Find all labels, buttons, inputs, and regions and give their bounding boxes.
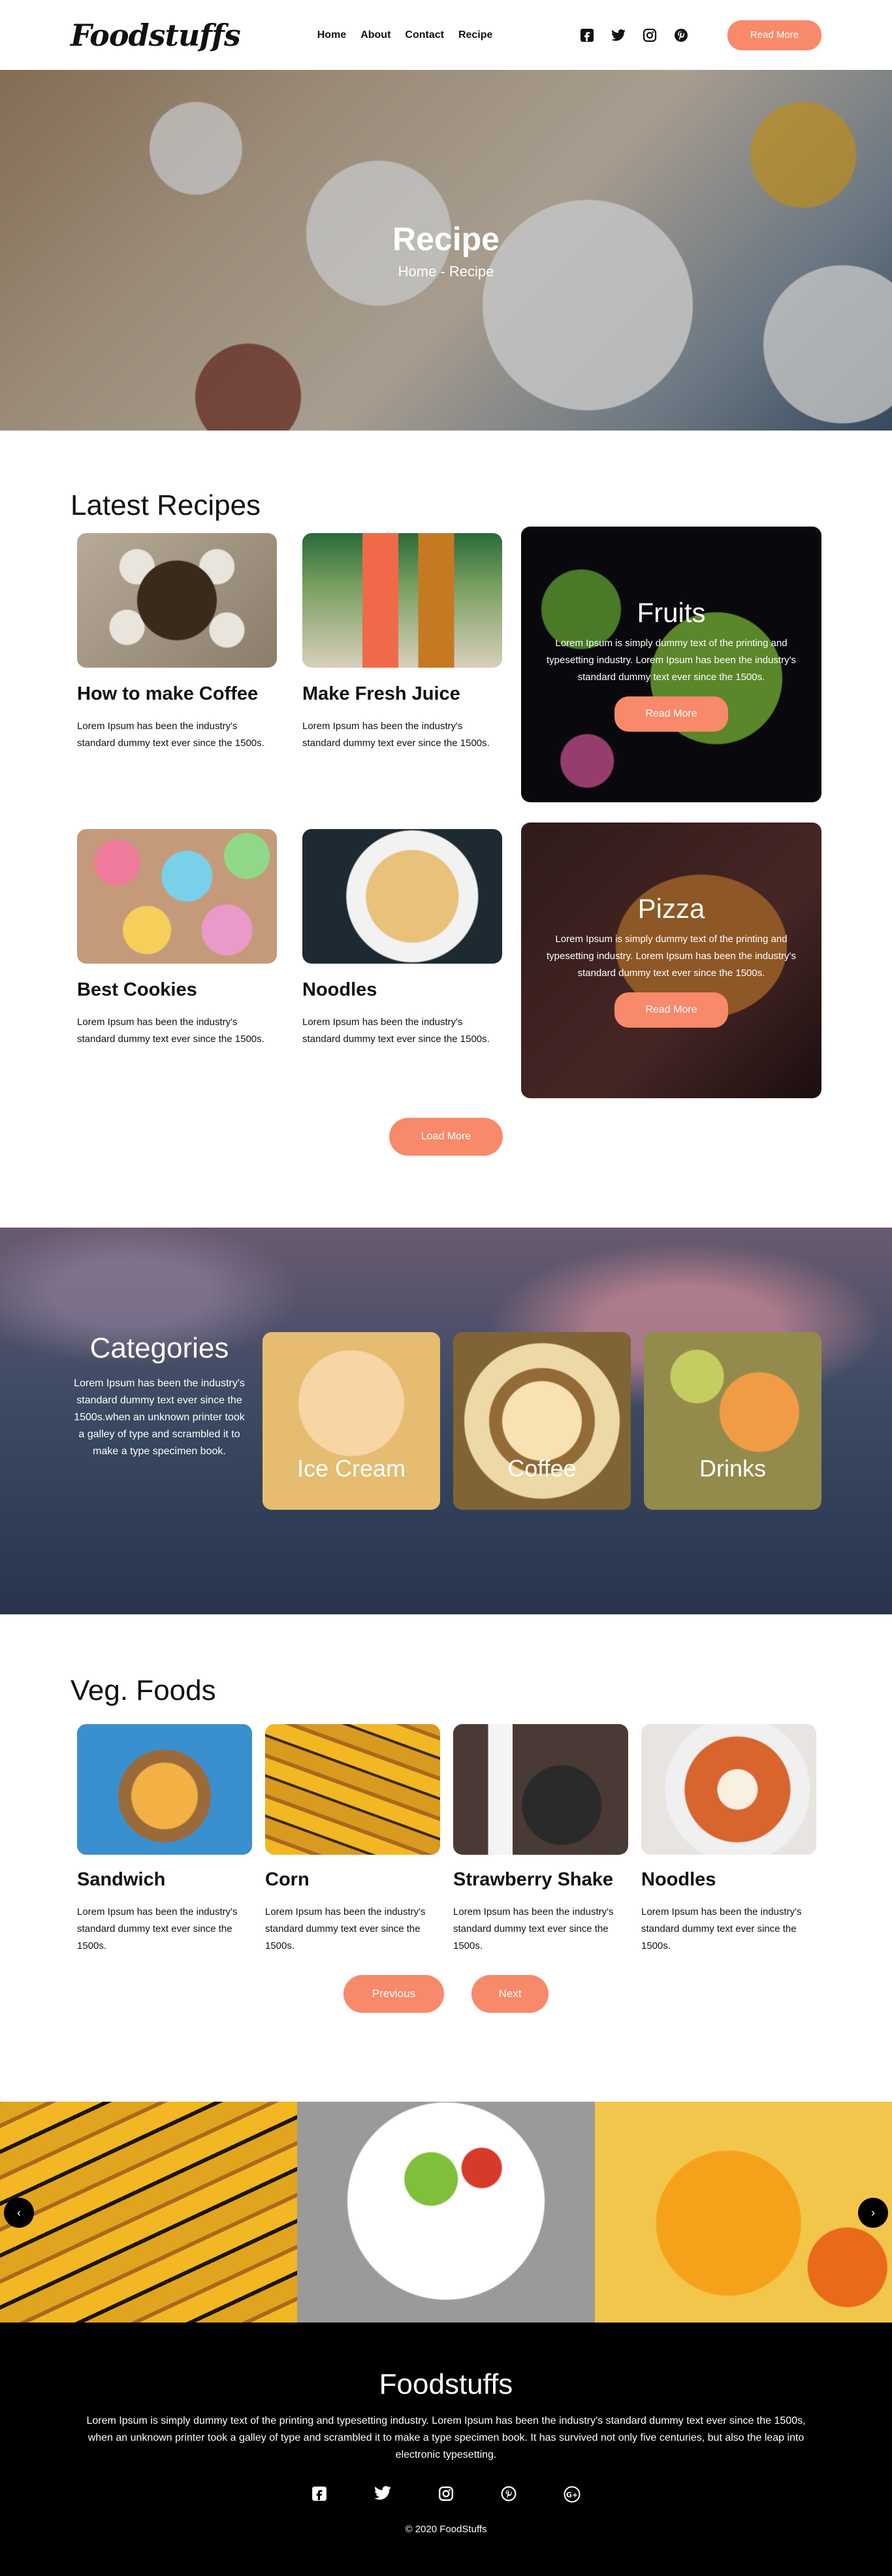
header-socials bbox=[579, 27, 690, 44]
instagram-icon[interactable] bbox=[641, 27, 658, 44]
veg-card-sandwich[interactable]: Sandwich Lorem Ipsum has been the indust… bbox=[77, 1724, 252, 1955]
card-text: Lorem Ipsum has been the industry's stan… bbox=[265, 1906, 426, 1951]
card-title: Corn bbox=[265, 1869, 310, 1890]
category-label: Ice Cream bbox=[296, 1455, 406, 1482]
categories-section: Categories Lorem Ipsum has been the indu… bbox=[0, 1228, 892, 1614]
card-text: Lorem Ipsum has been the industry's stan… bbox=[641, 1906, 802, 1951]
nav-about[interactable]: About bbox=[360, 29, 390, 41]
facebook-icon[interactable] bbox=[579, 27, 596, 44]
category-coffee[interactable]: Coffee bbox=[453, 1332, 631, 1510]
pizza-read-more-button[interactable]: Read More bbox=[614, 992, 728, 1028]
gallery-image-juice bbox=[594, 2102, 892, 2323]
sandwich-image bbox=[77, 1724, 252, 1855]
pinterest-icon[interactable] bbox=[673, 27, 690, 44]
feature-content: Fruits Lorem Ipsum is simply dummy text … bbox=[521, 527, 821, 802]
juice-image bbox=[302, 533, 502, 668]
hero-banner: Recipe Home - Recipe bbox=[0, 70, 892, 431]
instagram-icon[interactable] bbox=[438, 2486, 454, 2507]
card-text: Lorem Ipsum has been the industry's stan… bbox=[453, 1906, 614, 1951]
card-title: Noodles bbox=[302, 979, 377, 1000]
veg-card-corn[interactable]: Corn Lorem Ipsum has been the industry's… bbox=[265, 1724, 440, 1955]
card-text: Lorem Ipsum has been the industry's stan… bbox=[302, 721, 490, 749]
nav-contact[interactable]: Contact bbox=[405, 29, 444, 41]
gallery-image-corn bbox=[0, 2102, 298, 2323]
breadcrumb[interactable]: Home - Recipe bbox=[0, 263, 892, 280]
footer-title: Foodstuffs bbox=[379, 2368, 513, 2400]
card-text: Lorem Ipsum has been the industry's stan… bbox=[77, 1017, 264, 1045]
site-header: Foodstuffs Home About Contact Recipe Rea… bbox=[0, 0, 892, 70]
nav-home[interactable]: Home bbox=[317, 29, 346, 41]
categories-text: Lorem Ipsum has been the industry's stan… bbox=[74, 1378, 245, 1457]
gallery-image-salad bbox=[297, 2102, 595, 2323]
category-ice-cream[interactable]: Ice Cream bbox=[263, 1332, 440, 1510]
next-button[interactable]: Next bbox=[471, 1975, 549, 2013]
site-footer: Foodstuffs Lorem Ipsum is simply dummy t… bbox=[0, 2323, 892, 2576]
card-text: Lorem Ipsum has been the industry's stan… bbox=[77, 1906, 238, 1951]
svg-text:G+: G+ bbox=[566, 2491, 578, 2500]
main-nav: Home About Contact Recipe bbox=[317, 29, 493, 41]
footer-socials: G+ bbox=[0, 2486, 892, 2507]
card-title: Noodles bbox=[641, 1869, 716, 1890]
shake-image bbox=[453, 1724, 628, 1855]
carousel-prev-arrow[interactable]: ‹ bbox=[4, 2198, 34, 2228]
card-text: Lorem Ipsum has been the industry's stan… bbox=[302, 1017, 490, 1045]
twitter-icon[interactable] bbox=[374, 2486, 391, 2507]
card-text: Lorem Ipsum has been the industry's stan… bbox=[77, 721, 264, 749]
feature-text: Lorem Ipsum is simply dummy text of the … bbox=[547, 638, 796, 683]
feature-title: Fruits bbox=[637, 597, 706, 628]
card-title: How to make Coffee bbox=[77, 683, 259, 704]
twitter-icon[interactable] bbox=[610, 27, 627, 44]
hero-text: Recipe Home - Recipe bbox=[0, 220, 892, 280]
latest-recipes-title: Latest Recipes bbox=[71, 489, 261, 521]
footer-text: Lorem Ipsum is simply dummy text of the … bbox=[86, 2415, 806, 2460]
facebook-icon[interactable] bbox=[311, 2486, 327, 2507]
previous-button[interactable]: Previous bbox=[343, 1975, 444, 2013]
feature-card-pizza[interactable]: Pizza Lorem Ipsum is simply dummy text o… bbox=[521, 823, 821, 1098]
header-read-more-button[interactable]: Read More bbox=[727, 20, 821, 50]
recipe-card-noodles[interactable]: Noodles Lorem Ipsum has been the industr… bbox=[302, 829, 502, 1048]
veg-foods-section: Veg. Foods Sandwich Lorem Ipsum has been… bbox=[0, 1614, 892, 2102]
veg-foods-title: Veg. Foods bbox=[71, 1674, 216, 1706]
nav-recipe[interactable]: Recipe bbox=[458, 29, 492, 41]
card-title: Best Cookies bbox=[77, 979, 197, 1000]
recipe-card-cookies[interactable]: Best Cookies Lorem Ipsum has been the in… bbox=[77, 829, 277, 1048]
copyright: © 2020 FoodStuffs bbox=[405, 2524, 487, 2535]
logo[interactable]: Foodstuffs bbox=[71, 18, 241, 53]
google-plus-icon[interactable]: G+ bbox=[564, 2486, 581, 2507]
category-label: Coffee bbox=[507, 1455, 577, 1482]
category-label: Drinks bbox=[699, 1455, 766, 1482]
card-title: Sandwich bbox=[77, 1869, 166, 1890]
categories-intro: Categories Lorem Ipsum has been the indu… bbox=[71, 1332, 248, 1460]
cookies-image bbox=[77, 829, 277, 964]
categories-title: Categories bbox=[89, 1332, 229, 1364]
noodles-image bbox=[302, 829, 502, 964]
recipe-card-juice[interactable]: Make Fresh Juice Lorem Ipsum has been th… bbox=[302, 533, 502, 752]
feature-content: Pizza Lorem Ipsum is simply dummy text o… bbox=[521, 823, 821, 1098]
corn-image bbox=[265, 1724, 440, 1855]
image-carousel: ‹ › bbox=[0, 2102, 892, 2323]
latest-recipes-section: Latest Recipes How to make Coffee Lorem … bbox=[0, 431, 892, 1228]
recipe-card-coffee[interactable]: How to make Coffee Lorem Ipsum has been … bbox=[77, 533, 277, 752]
feature-title: Pizza bbox=[637, 893, 705, 924]
coffee-image bbox=[77, 533, 277, 668]
feature-text: Lorem Ipsum is simply dummy text of the … bbox=[547, 934, 796, 979]
hero-title: Recipe bbox=[392, 221, 500, 257]
carousel-next-arrow[interactable]: › bbox=[858, 2198, 888, 2228]
pinterest-icon[interactable] bbox=[501, 2486, 517, 2507]
feature-card-fruits[interactable]: Fruits Lorem Ipsum is simply dummy text … bbox=[521, 527, 821, 802]
veg-card-noodles[interactable]: Noodles Lorem Ipsum has been the industr… bbox=[641, 1724, 816, 1955]
category-drinks[interactable]: Drinks bbox=[644, 1332, 821, 1510]
veg-card-strawberry-shake[interactable]: Strawberry Shake Lorem Ipsum has been th… bbox=[453, 1724, 628, 1955]
card-title: Strawberry Shake bbox=[453, 1869, 614, 1890]
load-more-button[interactable]: Load More bbox=[389, 1118, 503, 1156]
card-title: Make Fresh Juice bbox=[302, 683, 460, 704]
fruits-read-more-button[interactable]: Read More bbox=[614, 696, 728, 732]
noodles-image bbox=[641, 1724, 816, 1855]
